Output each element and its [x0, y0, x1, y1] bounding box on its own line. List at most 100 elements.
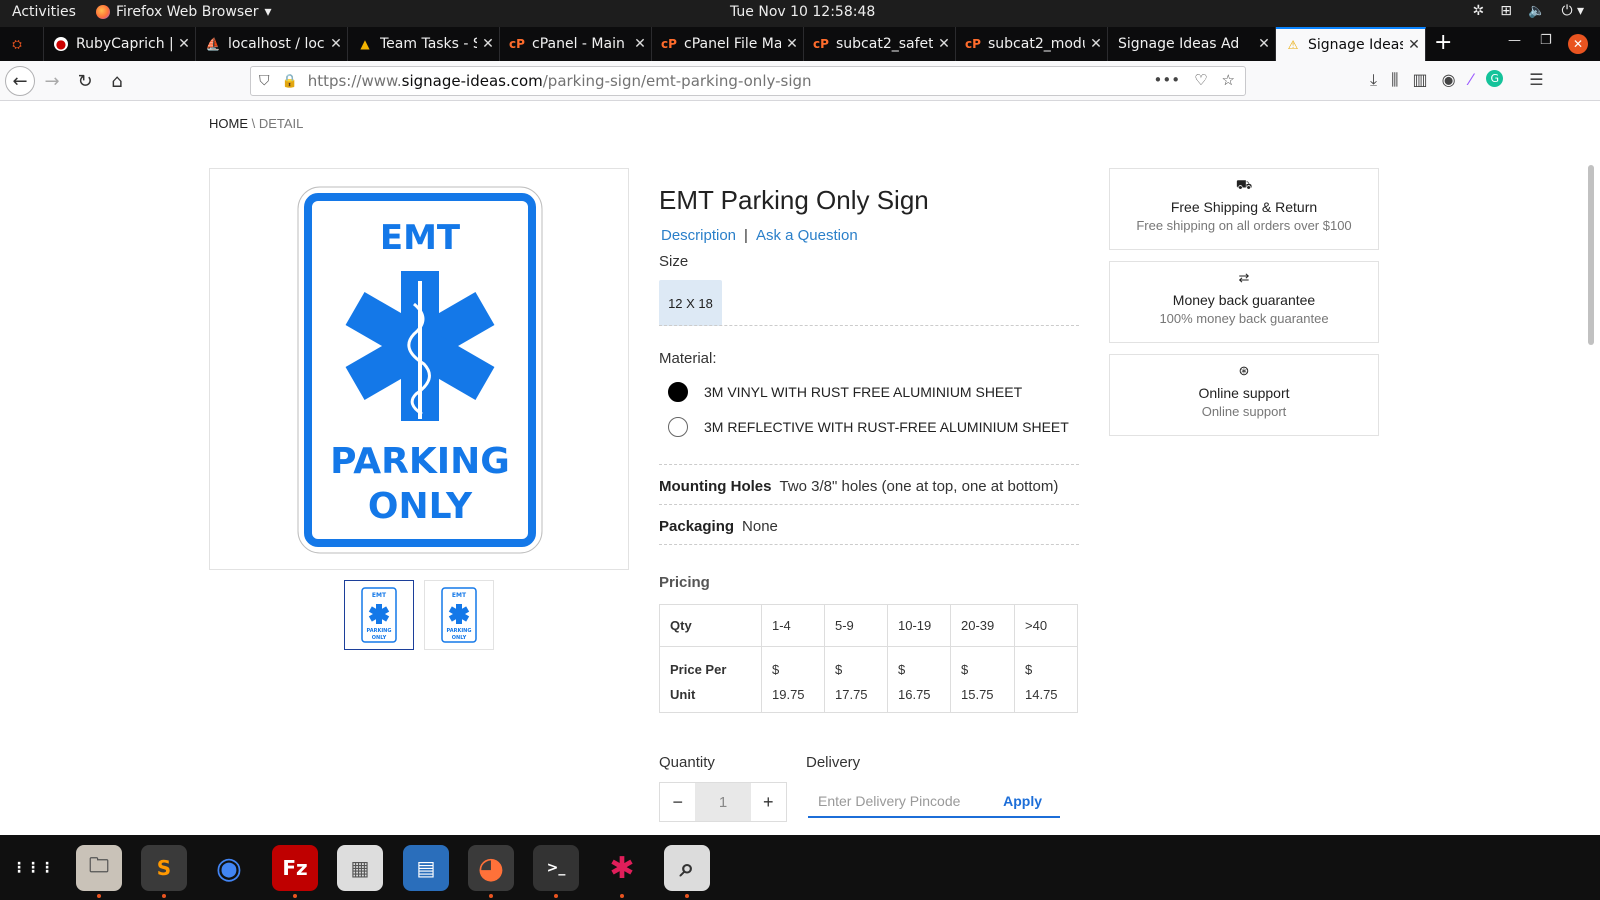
qty-cell: 20-39 [950, 604, 1015, 647]
close-icon[interactable]: ✕ [325, 36, 347, 52]
quantity-input[interactable]: 1 [695, 783, 751, 821]
divider [659, 325, 1079, 326]
tab-signage-ideas[interactable]: ⚠ Signage Ideas ✕ [1276, 27, 1426, 61]
firefox-icon [96, 5, 110, 19]
close-icon[interactable]: ✕ [781, 36, 803, 52]
clock[interactable]: Tue Nov 10 12:58:48 [730, 4, 875, 20]
cpanel-icon: cP [661, 37, 677, 51]
reload-button[interactable]: ↻ [71, 67, 99, 95]
bookmark-star-icon[interactable]: ☆ [1222, 71, 1235, 89]
pincode-input[interactable]: Enter Delivery Pincode [818, 793, 1003, 809]
tab-cpanel-file-manager[interactable]: cP cPanel File Ma ✕ [652, 27, 804, 61]
breadcrumb-home[interactable]: HOME [209, 116, 248, 131]
tab-label: subcat2_modu [988, 36, 1085, 52]
extension-icon[interactable]: ⁄ [1470, 70, 1473, 90]
sublime-text-icon[interactable]: S [141, 845, 187, 898]
library-icon[interactable]: ⫼ [1391, 70, 1398, 90]
radio-selected[interactable] [668, 382, 688, 402]
tab-team-tasks[interactable]: ▲ Team Tasks - S ✕ [348, 27, 500, 61]
tab-signage-ideas-admin[interactable]: Signage Ideas Ad ✕ [1108, 27, 1276, 61]
tab-subcat2-module[interactable]: cP subcat2_modu ✕ [956, 27, 1108, 61]
close-icon[interactable]: ✕ [1403, 37, 1425, 53]
close-icon[interactable]: ✕ [477, 36, 499, 52]
slack-tray-icon[interactable]: ✲ [1473, 3, 1485, 19]
maximize-icon[interactable]: ❐ [1540, 33, 1552, 48]
activities-button[interactable]: Activities [12, 4, 76, 20]
tab-rubycaprich[interactable]: ● RubyCaprich | ✕ [44, 27, 196, 61]
url-bar[interactable]: ⛉ 🔒 https://www.signage-ideas.com/parkin… [250, 66, 1246, 96]
volume-icon[interactable]: 🔈 [1528, 3, 1545, 19]
tab-localhost[interactable]: ⛵ localhost / loc ✕ [196, 27, 348, 61]
hamburger-menu-icon[interactable]: ☰ [1529, 70, 1543, 90]
material-option-reflective[interactable]: 3M REFLECTIVE WITH RUST-FREE ALUMINIUM S… [668, 417, 1069, 437]
grammarly-icon[interactable]: G [1486, 70, 1504, 87]
slack-icon[interactable]: ✱ [599, 845, 645, 898]
minimize-icon[interactable]: — [1508, 33, 1521, 48]
window-close-button[interactable]: ✕ [1568, 34, 1588, 54]
tab-label: subcat2_safet [836, 36, 933, 52]
url-text[interactable]: https://www.signage-ideas.com/parking-si… [308, 72, 812, 90]
new-tab-button[interactable]: + [1434, 30, 1452, 55]
qty-cell: 1-4 [761, 604, 825, 647]
sign-thumbnail-image: EMT PARKING ONLY [361, 587, 397, 643]
material-option-vinyl[interactable]: 3M VINYL WITH RUST FREE ALUMINIUM SHEET [668, 382, 1022, 402]
close-icon[interactable]: ✕ [1253, 36, 1275, 52]
sign-top-text: EMT [380, 218, 461, 258]
decrement-button[interactable]: − [660, 783, 695, 821]
page-scrollbar[interactable] [1588, 165, 1594, 345]
dock: ⋮⋮⋮ 🗀 S ◉ Fz ▦ ▤ ◕ >_ ✱ ⌕ [0, 835, 1600, 900]
mounting-holes-spec: Mounting Holes Two 3/8" holes (one at top… [659, 478, 1058, 495]
description-link[interactable]: Description [661, 227, 736, 244]
image-viewer-icon[interactable]: ⌕ [664, 845, 710, 898]
calculator-icon[interactable]: ▦ [337, 845, 383, 891]
back-button[interactable]: ← [5, 66, 35, 96]
power-icon[interactable]: ⏻ ▾ [1561, 3, 1584, 19]
sign-line2-text: ONLY [368, 486, 473, 527]
system-tray[interactable]: ✲ ⊞ 🔈 ⏻ ▾ [1473, 3, 1584, 19]
feature-title: Free Shipping & Return [1170, 199, 1318, 215]
feature-subtitle: Online support [1201, 404, 1287, 419]
pinned-tab[interactable]: ⛭ [0, 27, 44, 61]
ruby-icon: ● [54, 37, 68, 51]
account-icon[interactable]: ◉ [1442, 70, 1456, 90]
svg-text:PARKING: PARKING [367, 628, 392, 634]
price-cell: $17.75 [824, 646, 888, 713]
size-option[interactable]: 12 X 18 [659, 280, 722, 326]
material-option-label: 3M REFLECTIVE WITH RUST-FREE ALUMINIUM S… [704, 419, 1069, 435]
home-button[interactable]: ⌂ [103, 67, 131, 95]
price-cell: $19.75 [761, 646, 825, 713]
tab-cpanel-main[interactable]: cP cPanel - Main ✕ [500, 27, 652, 61]
downloads-icon[interactable]: ⤓ [1370, 70, 1377, 90]
app-grid-icon[interactable]: ⋮⋮⋮ [10, 845, 56, 891]
terminal-icon[interactable]: >_ [533, 845, 579, 898]
feature-subtitle: Free shipping on all orders over $100 [1136, 218, 1352, 233]
network-icon[interactable]: ⊞ [1500, 3, 1512, 19]
close-icon[interactable]: ✕ [173, 36, 195, 52]
feature-subtitle: 100% money back guarantee [1159, 311, 1329, 326]
app-menu[interactable]: Firefox Web Browser ▾ [96, 4, 272, 20]
pocket-icon[interactable]: ♡ [1194, 71, 1207, 89]
ask-question-link[interactable]: Ask a Question [756, 227, 858, 244]
thumbnail-1[interactable]: EMT PARKING ONLY [344, 580, 414, 650]
close-icon[interactable]: ✕ [933, 36, 955, 52]
lock-icon[interactable]: 🔒 [282, 74, 298, 89]
product-image[interactable]: EMT PARKING ONLY [209, 168, 629, 570]
page-actions-icon[interactable]: ••• [1154, 71, 1181, 89]
thumbnail-2[interactable]: EMT PARKING ONLY [424, 580, 494, 650]
svg-text:EMT: EMT [452, 592, 467, 599]
writer-icon[interactable]: ▤ [403, 845, 449, 891]
tracking-shield-icon[interactable]: ⛉ [259, 73, 270, 89]
increment-button[interactable]: + [751, 783, 786, 821]
close-icon[interactable]: ✕ [1085, 36, 1107, 52]
apply-button[interactable]: Apply [1003, 793, 1042, 809]
files-icon[interactable]: 🗀 [76, 845, 122, 898]
close-icon[interactable]: ✕ [629, 36, 651, 52]
filezilla-icon[interactable]: Fz [272, 845, 318, 898]
sidebar-icon[interactable]: ▥ [1412, 70, 1427, 90]
forward-button[interactable]: → [38, 67, 66, 95]
tab-subcat2-safety[interactable]: cP subcat2_safet ✕ [804, 27, 956, 61]
system-top-bar: Activities Firefox Web Browser ▾ Tue Nov… [0, 0, 1600, 27]
chrome-icon[interactable]: ◉ [206, 845, 252, 891]
firefox-dock-icon[interactable]: ◕ [468, 845, 514, 898]
radio-unselected[interactable] [668, 417, 688, 437]
